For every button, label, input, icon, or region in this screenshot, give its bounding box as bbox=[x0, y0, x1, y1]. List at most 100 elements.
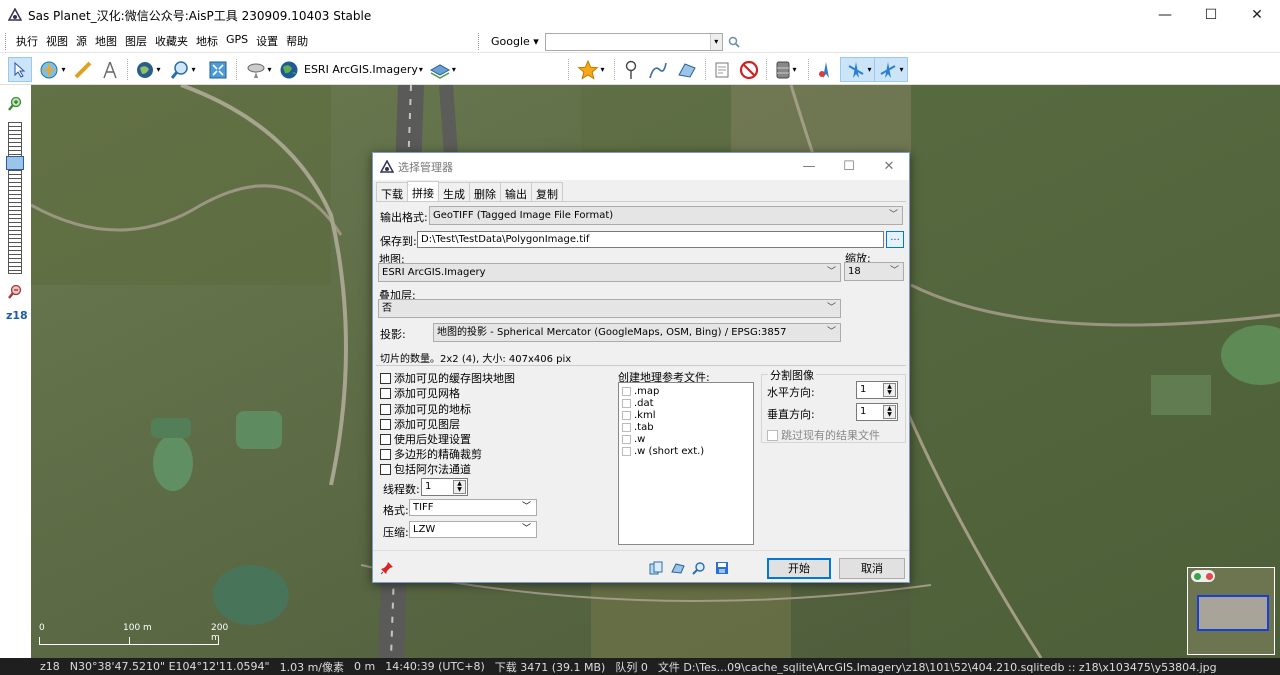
minimize-button[interactable]: — bbox=[1142, 0, 1188, 30]
menu-view[interactable]: 视图 bbox=[42, 33, 72, 49]
start-button[interactable]: 开始 bbox=[767, 558, 831, 579]
toolbar-grip[interactable] bbox=[5, 32, 8, 50]
option-label: 添加可见网格 bbox=[394, 387, 460, 400]
add-polygon-icon[interactable] bbox=[674, 57, 700, 82]
copy-icon[interactable] bbox=[649, 561, 663, 575]
threads-spinner[interactable]: 1 ▲ ▼ bbox=[421, 478, 468, 496]
option-add-layers[interactable]: 添加可见图层 bbox=[380, 416, 460, 432]
skip-existing-checkbox[interactable]: 跳过现有的结果文件 bbox=[767, 427, 880, 443]
zoom-out-icon[interactable] bbox=[7, 284, 23, 300]
search-engine-dropdown[interactable]: Google ▾ bbox=[485, 35, 545, 48]
dialog-maximize-button[interactable]: ☐ bbox=[829, 153, 869, 180]
edit-polygon-icon[interactable] bbox=[670, 561, 686, 575]
search-icon[interactable] bbox=[728, 36, 740, 48]
add-placemark-icon[interactable] bbox=[620, 57, 642, 82]
option-postprocessing[interactable]: 使用后处理设置 bbox=[380, 431, 471, 447]
dialog-minimize-button[interactable]: — bbox=[789, 153, 829, 180]
menu-gps[interactable]: GPS bbox=[222, 33, 252, 49]
zoom-icon[interactable]: ▾ bbox=[166, 57, 200, 82]
menu-placemarks[interactable]: 地标 bbox=[192, 33, 222, 49]
overlay-select[interactable]: 否 ﹀ bbox=[378, 299, 841, 318]
option-add-placemarks[interactable]: 添加可见的地标 bbox=[380, 401, 471, 417]
compress-select[interactable]: LZW ﹀ bbox=[409, 521, 537, 538]
hide-placemarks-icon[interactable] bbox=[737, 57, 761, 82]
vertical-spinner[interactable]: 1 ▲ ▼ bbox=[856, 403, 898, 421]
add-path-icon[interactable] bbox=[646, 57, 670, 82]
menu-execute[interactable]: 执行 bbox=[12, 33, 42, 49]
georef-map-checkbox[interactable]: .map bbox=[622, 386, 659, 397]
save-icon[interactable] bbox=[715, 561, 729, 575]
menu-map[interactable]: 地图 bbox=[91, 33, 121, 49]
search-grip[interactable] bbox=[478, 33, 481, 50]
projection-select[interactable]: 地图的投影 - Spherical Mercator (GoogleMaps, … bbox=[433, 323, 841, 342]
georef-w-short-checkbox[interactable]: .w (short ext.) bbox=[622, 446, 704, 457]
cancel-button[interactable]: 取消 bbox=[839, 558, 905, 579]
compass-icon[interactable] bbox=[99, 57, 121, 82]
pin-icon[interactable] bbox=[380, 561, 394, 575]
mini-map-zoom-in-icon[interactable] bbox=[1193, 572, 1201, 580]
gps-track-icon[interactable]: ▾ bbox=[840, 57, 878, 82]
select-cursor-icon[interactable] bbox=[8, 57, 32, 82]
zoom-in-icon[interactable] bbox=[7, 96, 23, 112]
zoom-to-selection-icon[interactable] bbox=[692, 561, 706, 575]
option-label: 包括阿尔法通道 bbox=[394, 463, 471, 476]
favorites-star-icon[interactable]: ▾ bbox=[574, 57, 608, 82]
maximize-button[interactable]: ☐ bbox=[1188, 0, 1234, 30]
menu-help[interactable]: 帮助 bbox=[282, 33, 312, 49]
ruler-icon[interactable] bbox=[72, 57, 94, 82]
scale-label-100: 100 m bbox=[123, 623, 152, 633]
status-file: 文件 D:\Tes...09\cache_sqlite\ArcGIS.Image… bbox=[657, 660, 1217, 674]
search-history-dropdown[interactable]: ▾ bbox=[709, 33, 722, 50]
georef-dat-checkbox[interactable]: .dat bbox=[622, 398, 654, 409]
mini-map-zoom-out-icon[interactable] bbox=[1205, 572, 1213, 580]
satellite-icon[interactable]: ▾ bbox=[242, 57, 276, 82]
menu-layers[interactable]: 图层 bbox=[121, 33, 151, 49]
database-icon[interactable]: ▾ bbox=[771, 57, 801, 82]
app-icon bbox=[8, 8, 22, 21]
map-select[interactable]: ESRI ArcGIS.Imagery ﹀ bbox=[378, 263, 841, 282]
menu-settings[interactable]: 设置 bbox=[252, 33, 282, 49]
earth-icon bbox=[280, 61, 298, 78]
placemark-manager-icon[interactable] bbox=[710, 57, 734, 82]
vertical-value: 1 bbox=[860, 406, 867, 417]
status-bar: z18 N30°38'47.5210" E104°12'11.0594" 1.0… bbox=[0, 658, 1280, 675]
spin-arrows-icon[interactable]: ▲ ▼ bbox=[453, 480, 466, 494]
mini-map-zoom-controls[interactable] bbox=[1191, 570, 1215, 582]
globe-icon[interactable]: ▾ bbox=[133, 57, 163, 82]
selection-tool-icon[interactable]: ▾ bbox=[35, 57, 69, 82]
spin-arrows-icon[interactable]: ▲ ▼ bbox=[883, 405, 896, 419]
option-add-grid[interactable]: 添加可见网格 bbox=[380, 385, 460, 401]
output-format-select[interactable]: GeoTIFF (Tagged Image File Format) ﹀ bbox=[429, 206, 903, 225]
browse-button[interactable]: ... bbox=[886, 231, 904, 248]
zoom-slider-thumb[interactable] bbox=[6, 156, 24, 170]
map-source-label: ESRI ArcGIS.Imagery bbox=[304, 63, 418, 76]
menu-favorites[interactable]: 收藏夹 bbox=[151, 33, 192, 49]
spin-arrows-icon[interactable]: ▲ ▼ bbox=[883, 383, 896, 397]
georef-w-checkbox[interactable]: .w bbox=[622, 434, 645, 445]
mini-map[interactable] bbox=[1187, 567, 1275, 655]
map-source-dropdown[interactable]: ESRI ArcGIS.Imagery ▾ ▾ bbox=[279, 57, 457, 82]
georef-file-list: .map .dat .kml .tab .w .w (short ext.) bbox=[618, 382, 754, 545]
menu-source[interactable]: 源 bbox=[72, 33, 91, 49]
dialog-title-bar[interactable]: 选择管理器 — ☐ ✕ bbox=[373, 153, 909, 180]
dialog-close-button[interactable]: ✕ bbox=[869, 153, 909, 180]
georef-kml-checkbox[interactable]: .kml bbox=[622, 410, 656, 421]
stitch-panel: 输出格式: GeoTIFF (Tagged Image File Format)… bbox=[376, 201, 906, 550]
format-select[interactable]: TIFF ﹀ bbox=[409, 499, 537, 516]
option-precise-crop[interactable]: 多边形的精确裁剪 bbox=[380, 446, 482, 462]
georef-tab-checkbox[interactable]: .tab bbox=[622, 422, 654, 433]
search-input[interactable]: ▾ bbox=[544, 32, 723, 51]
zoom-slider[interactable] bbox=[8, 122, 22, 274]
option-alpha-channel[interactable]: 包括阿尔法通道 bbox=[380, 461, 471, 477]
close-button[interactable]: ✕ bbox=[1234, 0, 1280, 30]
fullscreen-icon[interactable] bbox=[206, 57, 230, 82]
search-bar: Google ▾ ▾ bbox=[473, 30, 740, 53]
gps-center-icon[interactable]: ▾ bbox=[874, 57, 908, 82]
split-image-label: 分割图像 bbox=[768, 367, 816, 383]
save-path-input[interactable]: D:\Test\TestData\PolygonImage.tif bbox=[417, 231, 884, 248]
mini-map-viewport[interactable] bbox=[1197, 595, 1269, 631]
horizontal-spinner[interactable]: 1 ▲ ▼ bbox=[856, 381, 898, 399]
zoom-select[interactable]: 18 ﹀ bbox=[844, 262, 904, 281]
option-add-cached-tiles[interactable]: 添加可见的缓存图块地图 bbox=[380, 370, 515, 386]
gps-connect-icon[interactable] bbox=[814, 57, 838, 82]
